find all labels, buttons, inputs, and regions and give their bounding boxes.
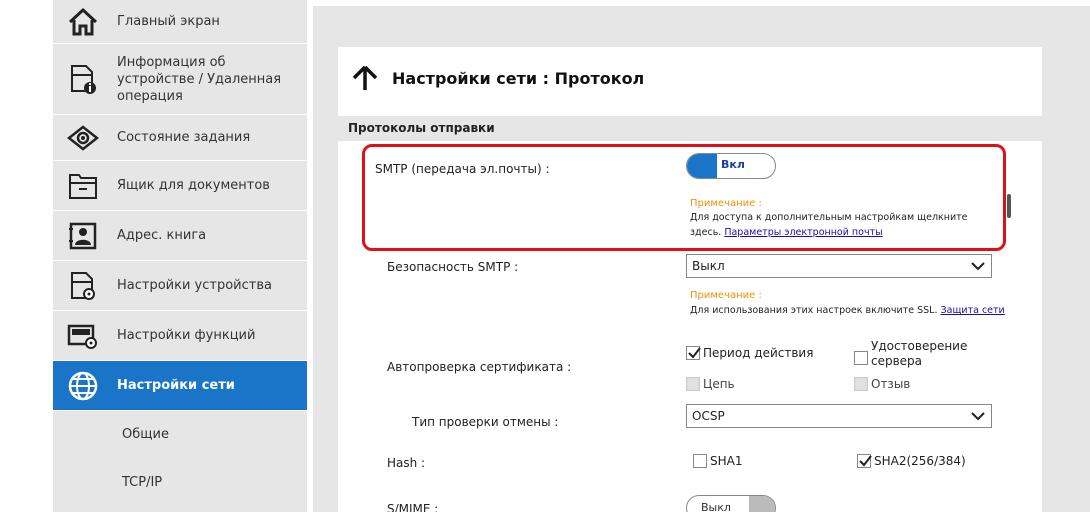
revoke-checkbox: Отзыв: [854, 377, 910, 391]
sidebar-item-device-info[interactable]: Информация об устройстве / Удаленная опе…: [53, 44, 307, 115]
select-value: OCSP: [692, 409, 725, 423]
settings-panel: Настройки сети : Протокол Протоколы отпр…: [338, 47, 1042, 512]
page-title-text: Настройки сети : Протокол: [392, 68, 645, 88]
revoke-type-select[interactable]: OCSP: [686, 404, 992, 428]
eye-icon: [67, 122, 99, 154]
sidebar: Главный экран Информация об устройстве /…: [53, 0, 307, 512]
toggle-text: Вкл: [721, 158, 745, 171]
checkbox-label: Цепь: [703, 377, 735, 391]
sidebar-item-label: Главный экран: [117, 14, 220, 29]
sidebar-item-label: Информация об устройстве / Удаленная опе…: [117, 54, 282, 104]
checkbox-box: [686, 377, 700, 391]
sidebar-item-home[interactable]: Главный экран: [53, 0, 307, 44]
sidebar-subitem-general[interactable]: Общие: [53, 411, 307, 461]
sidebar-item-label: Настройки функций: [117, 328, 256, 343]
email-settings-link[interactable]: Параметры электронной почты: [724, 227, 882, 238]
chevron-down-icon: [971, 412, 985, 421]
checkbox-box: [693, 454, 707, 468]
smtp-security-note-text: Для использования этих настроек включите…: [690, 303, 1020, 318]
checkbox-label: Отзыв: [871, 377, 911, 391]
home-icon: [67, 6, 99, 38]
device-settings-icon: [67, 270, 99, 302]
sha2-checkbox[interactable]: SHA2(256/384): [857, 454, 966, 468]
smtp-security-note-title: Примечание :: [690, 290, 762, 301]
sidebar-item-address-book[interactable]: Адрес. книга: [53, 211, 307, 261]
globe-icon: [67, 370, 99, 402]
smtp-label: SMTP (передача эл.почты) :: [375, 162, 550, 176]
checkbox-box: [686, 346, 701, 360]
smtp-security-label: Безопасность SMTP :: [387, 260, 519, 274]
sidebar-item-label: Адрес. книга: [117, 228, 207, 243]
sidebar-item-network-settings[interactable]: Настройки сети: [53, 361, 307, 411]
sidebar-subitem-label: Общие: [122, 427, 169, 442]
sidebar-item-label: Настройки сети: [117, 378, 235, 393]
period-checkbox[interactable]: Период действия: [686, 346, 813, 360]
sidebar-item-function-settings[interactable]: Настройки функций: [53, 311, 307, 361]
page-title: Настройки сети : Протокол: [352, 65, 644, 91]
arrow-up-icon[interactable]: [352, 65, 378, 91]
checkbox-box: [857, 454, 872, 468]
sidebar-subitem-tcpip[interactable]: TCP/IP: [53, 461, 307, 511]
sha1-checkbox[interactable]: SHA1: [693, 454, 742, 468]
chain-checkbox: Цепь: [686, 377, 735, 391]
sidebar-item-document-box[interactable]: Ящик для документов: [53, 161, 307, 211]
sidebar-item-job-status[interactable]: Состояние задания: [53, 115, 307, 161]
sidebar-item-device-settings[interactable]: Настройки устройства: [53, 261, 307, 311]
smime-toggle[interactable]: Выкл: [686, 495, 776, 512]
section-header: Протоколы отправки: [338, 116, 1042, 141]
sidebar-item-label: Ящик для документов: [117, 178, 270, 193]
smtp-security-select[interactable]: Выкл: [686, 254, 992, 278]
checkbox-label: Период действия: [703, 346, 814, 360]
revoke-type-label: Тип проверки отмены :: [412, 415, 559, 429]
scrollbar[interactable]: [1007, 194, 1011, 218]
toggle-knob: [749, 496, 775, 512]
sidebar-item-label: Состояние задания: [117, 130, 251, 145]
sidebar-item-label: Настройки устройства: [117, 278, 272, 293]
checkbox-label: SHA1: [710, 454, 743, 468]
document-box-icon: [67, 170, 99, 202]
device-info-icon: [67, 63, 99, 95]
smtp-security-note-body: Для использования этих настроек включите…: [690, 305, 938, 316]
smime-label: S/MIME :: [387, 502, 439, 512]
checkbox-label: SHA2(256/384): [874, 454, 966, 468]
sidebar-subitem-label: TCP/IP: [122, 475, 163, 490]
function-settings-icon: [67, 320, 99, 352]
network-security-link[interactable]: Защита сети: [941, 305, 1005, 316]
checkbox-box: [854, 377, 868, 391]
chevron-down-icon: [971, 262, 985, 271]
toggle-knob: [687, 154, 717, 178]
address-book-icon: [67, 220, 99, 252]
smtp-note-title: Примечание :: [690, 198, 762, 209]
cert-check-label: Автопроверка сертификата :: [387, 360, 572, 374]
hash-label: Hash :: [387, 456, 426, 470]
top-strip: [313, 0, 1090, 6]
toggle-text: Выкл: [701, 501, 731, 512]
checkbox-box: [854, 351, 868, 365]
smtp-toggle[interactable]: Вкл: [686, 153, 776, 179]
checkbox-label: Удостоверение сервера: [871, 339, 968, 368]
server-checkbox[interactable]: Удостоверение сервера: [854, 339, 971, 369]
select-value: Выкл: [692, 259, 725, 273]
smtp-note-text: Для доступа к дополнительным настройкам …: [690, 210, 1000, 240]
